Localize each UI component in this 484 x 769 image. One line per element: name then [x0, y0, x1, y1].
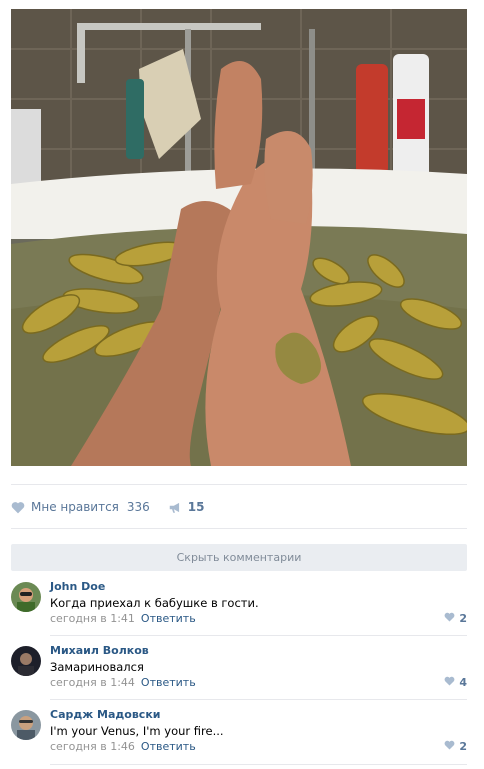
comment-meta: сегодня в 1:41 Ответить	[50, 612, 196, 625]
divider-comment	[50, 699, 467, 700]
reply-link[interactable]: Ответить	[141, 676, 196, 689]
reply-link[interactable]: Ответить	[141, 612, 196, 625]
comment-text: I'm your Venus, I'm your fire...	[50, 724, 224, 738]
comment-item: Сардж Мадовски I'm your Venus, I'm your …	[11, 708, 467, 769]
heart-icon	[444, 740, 459, 753]
comment-time: сегодня в 1:41	[50, 612, 135, 625]
comment-meta: сегодня в 1:44 Ответить	[50, 676, 196, 689]
comment-text: Когда приехал к бабушке в гости.	[50, 596, 259, 610]
comment-time: сегодня в 1:46	[50, 740, 135, 753]
post-photo[interactable]	[11, 9, 467, 466]
comment-like-button[interactable]: 4	[444, 676, 467, 689]
comment-item: Михаил Волков Замариновался сегодня в 1:…	[11, 644, 467, 706]
share-button[interactable]: 15	[168, 500, 205, 514]
heart-icon	[444, 676, 459, 689]
avatar[interactable]	[11, 646, 41, 676]
reply-link[interactable]: Ответить	[141, 740, 196, 753]
divider-actions	[11, 528, 467, 529]
avatar[interactable]	[11, 582, 41, 612]
avatar[interactable]	[11, 710, 41, 740]
divider-top	[11, 484, 467, 485]
comment-item: John Doe Когда приехал к бабушке в гости…	[11, 580, 467, 642]
comment-like-count: 4	[459, 676, 467, 689]
comment-like-count: 2	[459, 612, 467, 625]
divider-comment	[50, 635, 467, 636]
hide-comments-button[interactable]: Скрыть комментарии	[11, 544, 467, 571]
comment-author[interactable]: John Doe	[50, 580, 105, 593]
divider-bottom	[50, 764, 467, 765]
like-count: 336	[126, 500, 150, 514]
heart-icon	[444, 612, 459, 625]
comment-author[interactable]: Сардж Мадовски	[50, 708, 161, 721]
comment-author[interactable]: Михаил Волков	[50, 644, 149, 657]
hide-comments-label: Скрыть комментарии	[176, 551, 302, 564]
megaphone-icon	[168, 501, 182, 514]
post-actions: Мне нравится 336 15	[11, 496, 205, 518]
comment-like-button[interactable]: 2	[444, 740, 467, 753]
share-count: 15	[187, 500, 205, 514]
comment-like-count: 2	[459, 740, 467, 753]
comment-meta: сегодня в 1:46 Ответить	[50, 740, 196, 753]
comment-text: Замариновался	[50, 660, 144, 674]
comment-time: сегодня в 1:44	[50, 676, 135, 689]
heart-icon	[11, 501, 25, 514]
like-button[interactable]: Мне нравится 336	[11, 500, 150, 514]
bath-photo-illustration	[11, 9, 467, 466]
comment-like-button[interactable]: 2	[444, 612, 467, 625]
like-label: Мне нравится	[31, 500, 119, 514]
